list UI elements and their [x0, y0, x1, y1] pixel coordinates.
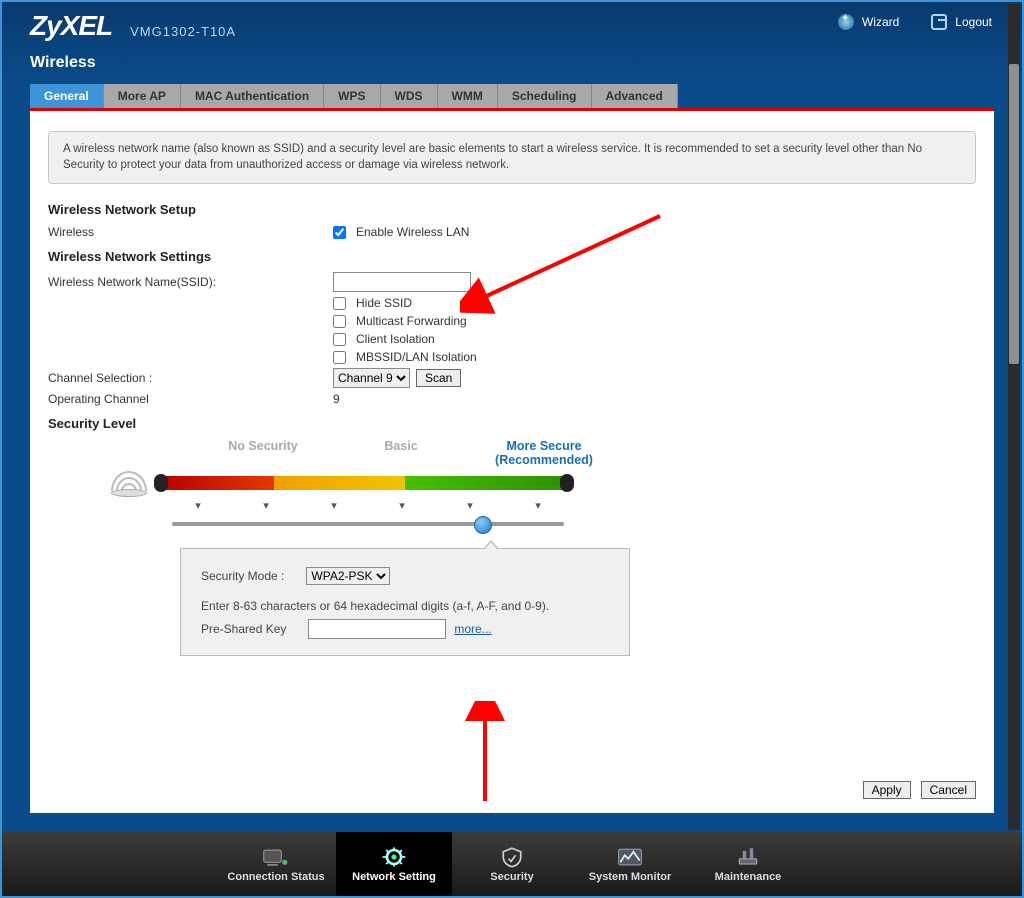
tab-advanced[interactable]: Advanced — [592, 84, 678, 108]
nav-label: Maintenance — [715, 871, 782, 883]
annotation-arrow-psk — [435, 701, 535, 811]
nav-connection-status[interactable]: Connection Status — [218, 832, 334, 896]
channel-select[interactable]: Channel 9 — [333, 368, 410, 388]
tab-bar: GeneralMore APMAC AuthenticationWPSWDSWM… — [30, 84, 994, 108]
model-name: VMG1302-T10A — [130, 24, 236, 39]
nav-label: Connection Status — [227, 871, 324, 883]
psk-input[interactable] — [308, 619, 446, 639]
logout-label: Logout — [955, 15, 992, 29]
nav-security[interactable]: Security — [454, 832, 570, 896]
wireless-label: Wireless — [48, 225, 333, 239]
wizard-link[interactable]: Wizard — [838, 14, 899, 30]
nav-system-monitor[interactable]: System Monitor — [572, 832, 688, 896]
security-mode-select[interactable]: WPA2-PSK — [306, 567, 390, 585]
ssid-label: Wireless Network Name(SSID): — [48, 275, 333, 289]
ssid-input[interactable] — [333, 272, 471, 292]
tab-mac-authentication[interactable]: MAC Authentication — [181, 84, 324, 108]
tab-scheduling[interactable]: Scheduling — [498, 84, 592, 108]
mbssid-checkbox[interactable] — [333, 351, 346, 364]
wifi-icon — [108, 471, 150, 497]
security-mode-label: Security Mode : — [201, 569, 284, 583]
logout-link[interactable]: Logout — [931, 14, 992, 30]
bottom-nav: Connection Status Network Setting Security… — [2, 832, 1022, 896]
multicast-label: Multicast Forwarding — [356, 314, 467, 328]
operating-channel-value: 9 — [333, 392, 340, 406]
security-slider[interactable] — [172, 522, 564, 526]
tab-wds[interactable]: WDS — [381, 84, 438, 108]
connection-status-icon — [262, 846, 290, 868]
psk-label: Pre-Shared Key — [201, 622, 286, 636]
page-title: Wireless — [30, 54, 994, 72]
security-level-basic: Basic — [338, 439, 464, 467]
section-security-title: Security Level — [48, 416, 976, 431]
tab-more-ap[interactable]: More AP — [104, 84, 181, 108]
client-isolation-checkbox[interactable] — [333, 333, 346, 346]
tab-wmm[interactable]: WMM — [438, 84, 498, 108]
scrollbar-thumb[interactable] — [1009, 64, 1019, 364]
hide-ssid-label: Hide SSID — [356, 296, 412, 310]
nav-label: Security — [490, 871, 533, 883]
nav-label: Network Setting — [352, 871, 436, 883]
security-slider-thumb[interactable] — [474, 516, 492, 534]
multicast-checkbox[interactable] — [333, 315, 346, 328]
enable-lan-checkbox[interactable] — [333, 226, 346, 239]
nav-network-setting[interactable]: Network Setting — [336, 832, 452, 896]
info-box: A wireless network name (also known as S… — [48, 131, 976, 184]
nav-maintenance[interactable]: Maintenance — [690, 832, 806, 896]
tab-wps[interactable]: WPS — [324, 84, 380, 108]
security-level-more: More Secure (Recommended) — [464, 439, 624, 467]
enable-lan-label: Enable Wireless LAN — [356, 225, 469, 239]
apply-button[interactable]: Apply — [863, 781, 911, 799]
network-setting-icon — [380, 846, 408, 868]
scrollbar[interactable] — [1008, 4, 1020, 830]
section-settings-title: Wireless Network Settings — [48, 249, 976, 264]
wizard-label: Wizard — [862, 15, 899, 29]
hide-ssid-checkbox[interactable] — [333, 297, 346, 310]
security-level-none: No Security — [188, 439, 338, 467]
channel-label: Channel Selection : — [48, 371, 333, 385]
nav-label: System Monitor — [589, 871, 672, 883]
security-panel: Security Mode : WPA2-PSK Enter 8-63 char… — [180, 548, 630, 656]
system-monitor-icon — [616, 846, 644, 868]
wizard-icon — [838, 14, 854, 30]
client-isolation-label: Client Isolation — [356, 332, 435, 346]
security-ticks: ▾▾▾▾▾▾ — [164, 499, 976, 512]
logo: ZyXEL — [30, 10, 112, 42]
logout-icon — [931, 14, 947, 30]
scan-button[interactable]: Scan — [416, 369, 461, 387]
tab-general[interactable]: General — [30, 84, 104, 108]
security-icon — [498, 846, 526, 868]
security-hint: Enter 8-63 characters or 64 hexadecimal … — [201, 599, 609, 613]
maintenance-icon — [734, 846, 762, 868]
section-setup-title: Wireless Network Setup — [48, 202, 976, 217]
cancel-button[interactable]: Cancel — [921, 781, 976, 799]
operating-channel-label: Operating Channel — [48, 392, 333, 406]
security-color-bar — [160, 476, 568, 490]
main-panel: A wireless network name (also known as S… — [30, 111, 994, 813]
more-link[interactable]: more... — [454, 622, 491, 636]
mbssid-label: MBSSID/LAN Isolation — [356, 350, 477, 364]
header: ZyXEL VMG1302-T10A Wizard Logout Wireles… — [2, 2, 1022, 84]
